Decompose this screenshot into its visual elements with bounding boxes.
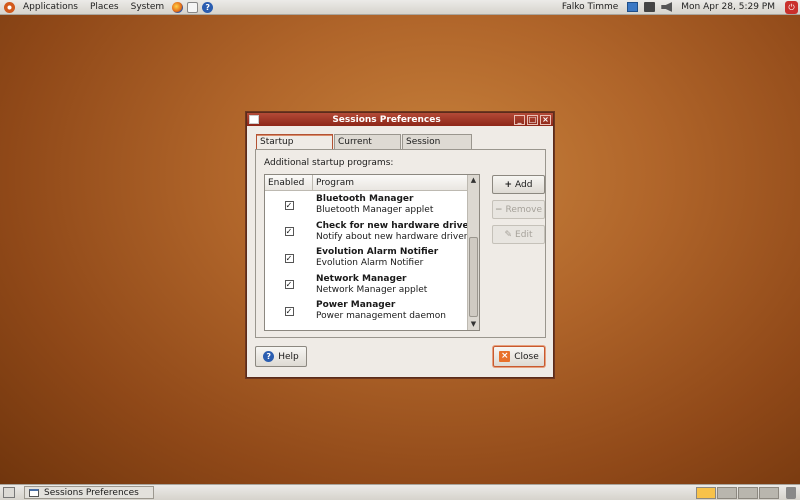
power-icon[interactable]: ⏻ bbox=[785, 0, 798, 14]
program-cell: Check for new hardware drivers Notify abo… bbox=[313, 221, 468, 243]
bottom-panel: Sessions Preferences bbox=[0, 484, 800, 500]
table-row[interactable]: ✓ Check for new hardware drivers Notify ab… bbox=[265, 219, 468, 246]
program-cell: Network Manager Network Manager applet bbox=[313, 274, 468, 296]
scroll-thumb[interactable] bbox=[469, 237, 478, 317]
menu-places[interactable]: Places bbox=[84, 2, 125, 12]
window-icon bbox=[29, 488, 39, 497]
enabled-cell: ✓ bbox=[265, 253, 313, 263]
scroll-up-icon[interactable]: ▲ bbox=[469, 176, 478, 185]
clock[interactable]: Mon Apr 28, 5:29 PM bbox=[675, 2, 781, 12]
enabled-checkbox[interactable]: ✓ bbox=[284, 306, 294, 316]
workspace-4[interactable] bbox=[759, 486, 779, 499]
list-header: Enabled Program bbox=[265, 175, 479, 191]
program-cell: Bluetooth Manager Bluetooth Manager apple… bbox=[313, 194, 468, 216]
workspace-3[interactable] bbox=[738, 486, 758, 499]
program-description: Network Manager applet bbox=[316, 284, 428, 295]
startup-programs-panel: Additional startup programs: Enabled Pro… bbox=[255, 149, 546, 338]
window-title: Sessions Preferences bbox=[332, 114, 441, 125]
program-description: Evolution Alarm Notifier bbox=[316, 258, 424, 269]
window-menu-icon[interactable] bbox=[249, 115, 259, 124]
remove-icon: − bbox=[494, 204, 503, 215]
enabled-cell: ✓ bbox=[265, 200, 313, 210]
table-row[interactable]: ✓ Network Manager Network Manager applet bbox=[265, 272, 468, 299]
remove-button-label: Remove bbox=[505, 204, 543, 215]
edit-button[interactable]: ✎ Edit bbox=[492, 225, 545, 244]
program-name: Power Manager bbox=[316, 300, 396, 311]
section-label: Additional startup programs: bbox=[264, 158, 394, 168]
workspace-2[interactable] bbox=[717, 486, 737, 499]
programs-list[interactable]: Enabled Program ✓ Bluetooth Manager Blueto… bbox=[264, 174, 480, 331]
add-button[interactable]: + Add bbox=[492, 175, 545, 194]
edit-button-label: Edit bbox=[515, 229, 533, 240]
workspace-1[interactable] bbox=[696, 486, 716, 499]
program-cell: Power Manager Power management daemon bbox=[313, 300, 468, 322]
program-rows: ✓ Bluetooth Manager Bluetooth Manager appl… bbox=[265, 192, 468, 331]
sessions-preferences-dialog: Sessions Preferences _ □ × Startup Progr… bbox=[246, 112, 554, 378]
enabled-checkbox[interactable]: ✓ bbox=[284, 200, 294, 210]
enabled-checkbox[interactable]: ✓ bbox=[284, 227, 294, 237]
volume-icon[interactable] bbox=[661, 2, 673, 12]
table-row[interactable]: ✓ Power Manager Power management daemon bbox=[265, 298, 468, 325]
top-panel: Applications Places System ? Falko Timme… bbox=[0, 0, 800, 15]
add-button-label: Add bbox=[515, 179, 533, 190]
tab-startup-programs[interactable]: Startup Programs bbox=[256, 134, 333, 161]
menu-applications[interactable]: Applications bbox=[17, 2, 84, 12]
help-button[interactable]: ? Help bbox=[255, 346, 307, 367]
enabled-checkbox[interactable]: ✓ bbox=[284, 280, 294, 290]
program-description: Bluetooth Manager applet bbox=[316, 205, 434, 216]
help-button-icon: ? bbox=[263, 351, 275, 362]
scroll-down-icon[interactable]: ▼ bbox=[469, 320, 478, 329]
tab-bar: Startup Programs Current Session Session… bbox=[256, 134, 473, 161]
show-desktop-icon[interactable] bbox=[3, 487, 15, 498]
column-header-enabled[interactable]: Enabled bbox=[265, 175, 313, 190]
enabled-cell: ✓ bbox=[265, 306, 313, 316]
list-scrollbar[interactable]: ▲ ▼ bbox=[467, 175, 479, 330]
table-row[interactable]: ✓ Evolution Alarm Notifier Evolution Alarm… bbox=[265, 245, 468, 272]
user-name[interactable]: Falko Timme bbox=[556, 2, 624, 12]
program-description: Notify about new hardware drivers ... bbox=[316, 231, 468, 242]
enabled-cell: ✓ bbox=[265, 280, 313, 290]
close-button-label: Close bbox=[514, 351, 539, 362]
close-window-button[interactable]: × bbox=[540, 114, 551, 125]
program-cell: Evolution Alarm Notifier Evolution Alarm … bbox=[313, 247, 468, 269]
column-header-program[interactable]: Program bbox=[313, 175, 479, 190]
taskbar-item[interactable]: Sessions Preferences bbox=[24, 486, 154, 499]
taskbar-item-label: Sessions Preferences bbox=[44, 487, 139, 498]
table-row[interactable]: ✓Print Queue Applet bbox=[265, 325, 468, 331]
titlebar[interactable]: Sessions Preferences _ □ × bbox=[247, 113, 553, 126]
enabled-cell: ✓ bbox=[265, 227, 313, 237]
edit-icon: ✎ bbox=[504, 229, 513, 240]
maximize-button[interactable]: □ bbox=[527, 114, 538, 125]
trash-icon[interactable] bbox=[786, 486, 796, 499]
help-icon[interactable]: ? bbox=[202, 1, 214, 13]
add-icon: + bbox=[504, 179, 513, 190]
mail-icon[interactable] bbox=[187, 1, 199, 13]
firefox-icon[interactable] bbox=[172, 1, 184, 13]
display-icon[interactable] bbox=[644, 2, 656, 12]
program-name: Evolution Alarm Notifier bbox=[316, 247, 439, 258]
workspace-switcher bbox=[695, 486, 779, 499]
ubuntu-logo-icon[interactable] bbox=[4, 1, 15, 13]
network-icon[interactable] bbox=[627, 2, 639, 12]
program-name: Check for new hardware drivers bbox=[316, 220, 468, 231]
remove-button[interactable]: − Remove bbox=[492, 200, 545, 219]
tab-current-session[interactable]: Current Session bbox=[334, 134, 401, 161]
tab-session-options[interactable]: Session Options bbox=[402, 134, 472, 161]
help-button-label: Help bbox=[278, 351, 299, 362]
close-icon: × bbox=[499, 351, 511, 362]
menu-system[interactable]: System bbox=[125, 2, 171, 12]
program-description: Power management daemon bbox=[316, 311, 446, 322]
close-button[interactable]: × Close bbox=[493, 346, 545, 367]
program-name: Network Manager bbox=[316, 273, 407, 284]
minimize-button[interactable]: _ bbox=[514, 114, 525, 125]
enabled-checkbox[interactable]: ✓ bbox=[284, 253, 294, 263]
table-row[interactable]: ✓ Bluetooth Manager Bluetooth Manager appl… bbox=[265, 192, 468, 219]
program-name: Bluetooth Manager bbox=[316, 194, 414, 205]
